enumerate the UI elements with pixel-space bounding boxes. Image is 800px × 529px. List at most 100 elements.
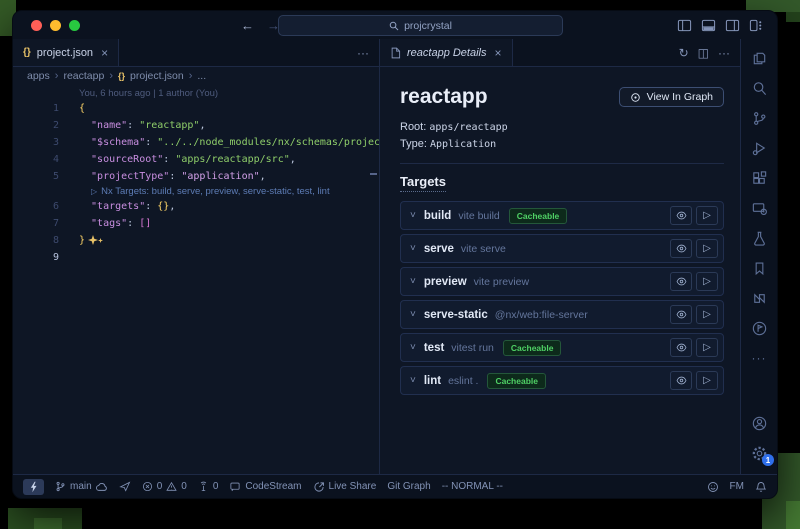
code-line[interactable]: 8} <box>13 232 379 249</box>
code-line[interactable]: 5 "projectType": "application", <box>13 168 379 185</box>
run-target-button[interactable]: ▷ <box>696 206 718 225</box>
nx-sparkle-icon[interactable] <box>88 235 103 246</box>
close-tab-icon[interactable]: × <box>101 46 108 60</box>
eye-icon <box>676 309 687 320</box>
target-row-serve-static[interactable]: ˅serve-static@nx/web:file-server▷ <box>400 300 724 329</box>
sync-cloud-icon <box>96 482 108 492</box>
bookmark-icon[interactable] <box>741 253 777 283</box>
eye-icon <box>676 276 687 287</box>
chevron-down-icon[interactable]: ˅ <box>410 376 416 386</box>
target-row-preview[interactable]: ˅previewvite preview▷ <box>400 267 724 296</box>
run-target-button[interactable]: ▷ <box>696 239 718 258</box>
remote-explorer-icon[interactable] <box>741 193 777 223</box>
zoom-window-button[interactable] <box>69 20 80 31</box>
line-number: 4 <box>13 151 59 168</box>
project-flag-icon[interactable] <box>741 313 777 343</box>
remote-indicator[interactable] <box>23 479 44 495</box>
source-control-icon[interactable] <box>741 103 777 133</box>
target-row-build[interactable]: ˅buildvite buildCacheable▷ <box>400 201 724 230</box>
run-target-button[interactable]: ▷ <box>696 272 718 291</box>
tab-reactapp-details[interactable]: reactapp Details × <box>380 39 513 66</box>
close-tab-icon[interactable]: × <box>495 46 502 60</box>
view-target-config-button[interactable] <box>670 272 692 291</box>
more-actions-icon[interactable]: ··· <box>718 46 730 60</box>
extensions-icon[interactable] <box>741 163 777 193</box>
ports-status[interactable]: 0 <box>198 481 219 492</box>
view-target-config-button[interactable] <box>670 206 692 225</box>
more-actions-icon[interactable]: ··· <box>357 46 369 60</box>
nx-targets-codelens[interactable]: ▷Nx Targets: build, serve, preview, serv… <box>13 185 379 198</box>
nx-console-icon[interactable] <box>741 283 777 313</box>
chevron-down-icon[interactable]: ˅ <box>410 277 416 287</box>
explorer-icon[interactable] <box>741 43 777 73</box>
code-line[interactable]: 9 <box>13 249 379 266</box>
breadcrumb-separator-icon: › <box>189 70 193 82</box>
view-in-graph-button[interactable]: View In Graph <box>619 87 724 107</box>
minimize-window-button[interactable] <box>50 20 61 31</box>
code-token: "reactapp" <box>139 120 199 131</box>
settings-gear-icon[interactable]: 1 <box>741 438 777 468</box>
refresh-icon[interactable]: ↻ <box>679 46 689 60</box>
code-line[interactable]: 7 "tags": [] <box>13 215 379 232</box>
code-token: "../../node_modules/nx/schemas/project-s <box>157 137 379 148</box>
code-line[interactable]: 1{ <box>13 100 379 117</box>
view-target-config-button[interactable] <box>670 371 692 390</box>
toggle-secondary-sidebar-icon[interactable] <box>725 18 740 33</box>
target-row-serve[interactable]: ˅servevite serve▷ <box>400 234 724 263</box>
customize-layout-icon[interactable] <box>749 18 764 33</box>
target-name: preview <box>424 276 467 288</box>
code-line[interactable]: 3 "$schema": "../../node_modules/nx/sche… <box>13 134 379 151</box>
vim-mode-status[interactable]: -- NORMAL -- <box>442 481 503 492</box>
navigate-back-icon[interactable]: ← <box>241 18 254 33</box>
code-editor[interactable]: You, 6 hours ago | 1 author (You) 1{2 "n… <box>13 85 379 474</box>
breadcrumb-item[interactable]: ... <box>197 70 206 82</box>
toggle-panel-icon[interactable] <box>701 18 716 33</box>
view-in-graph-label: View In Graph <box>647 91 713 103</box>
chevron-down-icon[interactable]: ˅ <box>410 310 416 320</box>
branch-name: main <box>70 481 92 492</box>
problems-status[interactable]: 0 0 <box>142 481 187 492</box>
view-target-config-button[interactable] <box>670 338 692 357</box>
codestream-status[interactable]: CodeStream <box>229 481 301 492</box>
line-number: 2 <box>13 117 59 134</box>
chevron-down-icon[interactable]: ˅ <box>410 211 416 221</box>
nx-cloud-status[interactable] <box>119 481 131 492</box>
search-icon[interactable] <box>741 73 777 103</box>
chevron-down-icon[interactable]: ˅ <box>410 244 416 254</box>
split-editor-icon[interactable]: ◫ <box>698 46 709 60</box>
code-line[interactable]: 2 "name": "reactapp", <box>13 117 379 134</box>
run-target-button[interactable]: ▷ <box>696 338 718 357</box>
view-target-config-button[interactable] <box>670 305 692 324</box>
run-debug-icon[interactable] <box>741 133 777 163</box>
run-target-button[interactable]: ▷ <box>696 371 718 390</box>
vim-mode-label: -- NORMAL -- <box>442 481 503 492</box>
git-branch-status[interactable]: main <box>55 481 108 492</box>
toggle-primary-sidebar-icon[interactable] <box>677 18 692 33</box>
project-details-view: reactapp View In Graph Root: apps/reacta… <box>380 67 740 399</box>
account-icon[interactable] <box>741 408 777 438</box>
command-center-search[interactable]: projcrystal <box>278 15 563 36</box>
breadcrumb-item[interactable]: apps <box>27 70 50 82</box>
code-line[interactable]: 4 "sourceRoot": "apps/reactapp/src", <box>13 151 379 168</box>
code-line[interactable]: 6 "targets": {}, <box>13 198 379 215</box>
chevron-down-icon[interactable]: ˅ <box>410 343 416 353</box>
breadcrumb-item[interactable]: project.json <box>130 70 184 82</box>
breadcrumb-item[interactable]: reactapp <box>63 70 104 82</box>
target-row-lint[interactable]: ˅linteslint .Cacheable▷ <box>400 366 724 395</box>
feedback-smiley-icon[interactable] <box>707 481 719 493</box>
target-row-test[interactable]: ˅testvitest runCacheable▷ <box>400 333 724 362</box>
view-target-config-button[interactable] <box>670 239 692 258</box>
close-window-button[interactable] <box>31 20 42 31</box>
tab-project-json[interactable]: {} project.json × <box>13 39 119 66</box>
run-target-button[interactable]: ▷ <box>696 305 718 324</box>
additional-views-icon[interactable]: ··· <box>741 343 777 373</box>
fm-indicator[interactable]: FM <box>730 481 744 492</box>
file-icon <box>390 47 401 59</box>
authors-codelens[interactable]: You, 6 hours ago | 1 author (You) <box>13 87 379 100</box>
breadcrumb[interactable]: apps › reactapp › {} project.json › ... <box>13 67 379 85</box>
test-beaker-icon[interactable] <box>741 223 777 253</box>
live-share-status[interactable]: Live Share <box>313 481 377 493</box>
notifications-bell-icon[interactable] <box>755 481 767 493</box>
graph-icon <box>630 92 641 103</box>
git-graph-status[interactable]: Git Graph <box>387 481 430 492</box>
